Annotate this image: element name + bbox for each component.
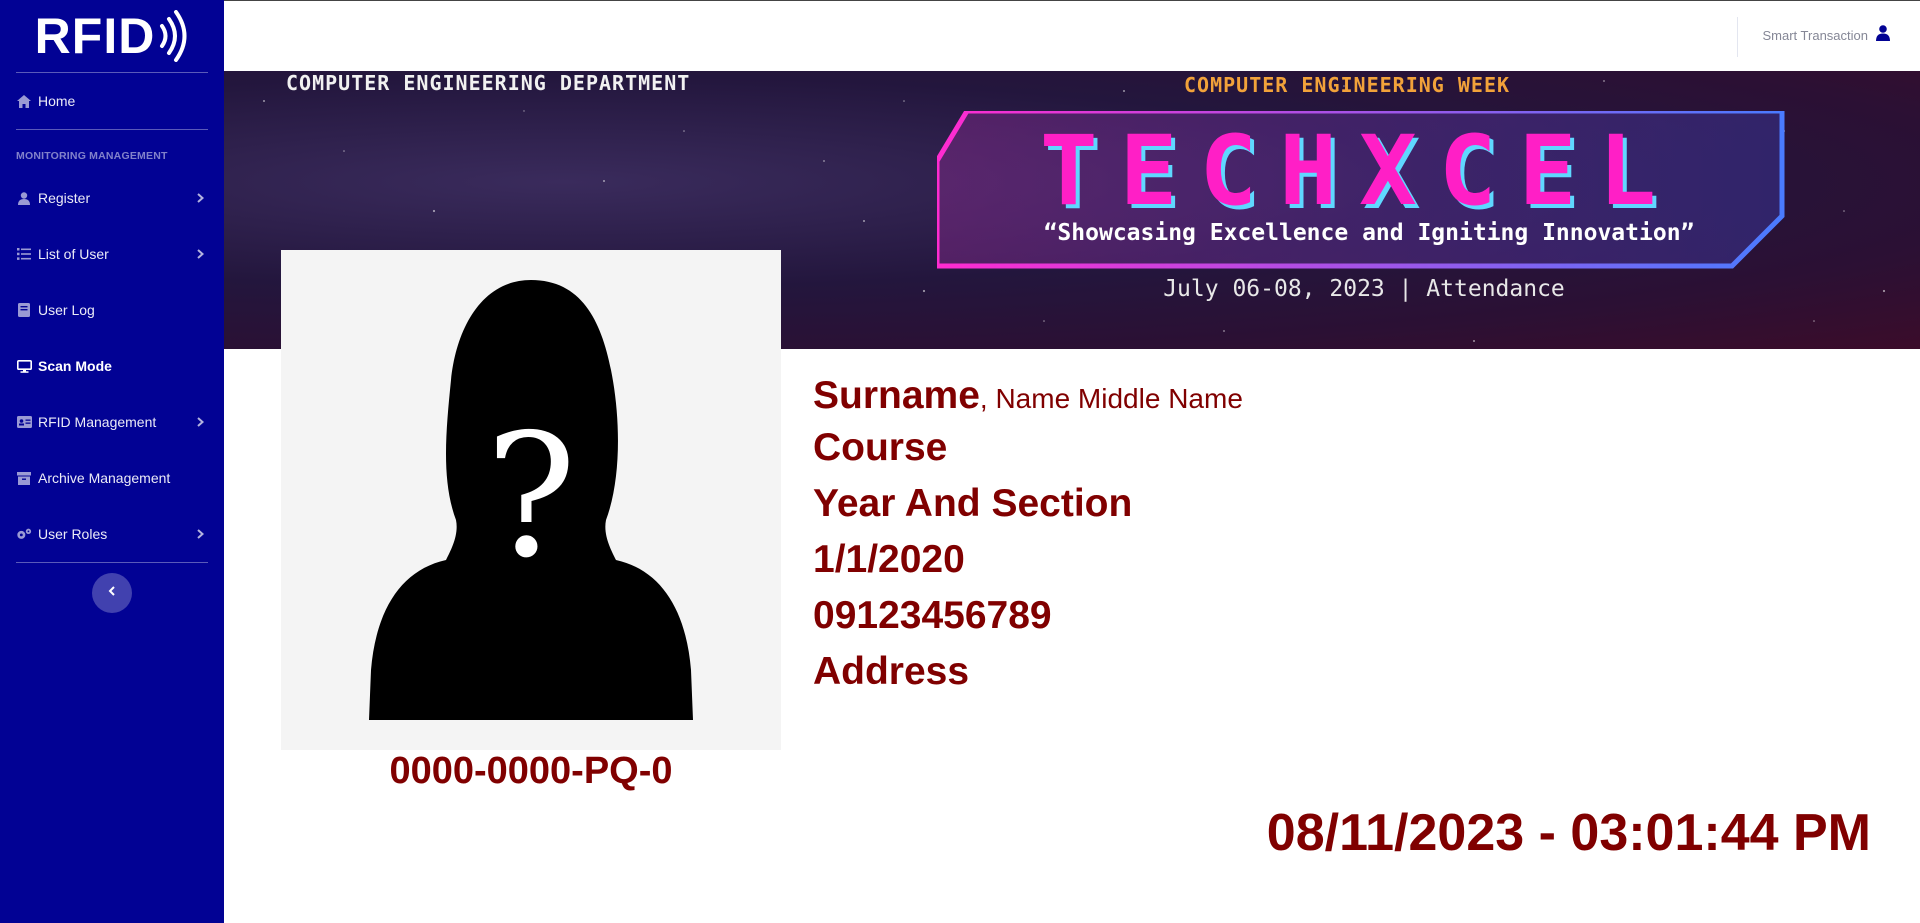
event-name: TECHXCEL <box>1039 115 1679 227</box>
event-week-title: COMPUTER ENGINEERING WEEK <box>1184 73 1511 97</box>
sidebar-item-register[interactable]: Register <box>0 170 224 226</box>
chevron-right-icon <box>197 246 205 262</box>
desktop-icon <box>16 358 32 374</box>
student-id: 0000-0000-PQ-0 <box>389 750 673 792</box>
sidebar: RFID Home MONITORING MANAGEMENT Register <box>0 0 224 923</box>
sidebar-item-label: User Roles <box>38 526 108 542</box>
app-root: RFID Home MONITORING MANAGEMENT Register <box>0 0 1920 923</box>
sidebar-item-label: RFID Management <box>38 414 157 430</box>
chevron-right-icon <box>197 190 205 206</box>
department-title: COMPUTER ENGINEERING DEPARTMENT <box>286 71 691 95</box>
sidebar-item-user-log[interactable]: User Log <box>0 282 224 338</box>
user-icon <box>1876 25 1890 46</box>
home-icon <box>16 93 32 109</box>
year-section: Year And Section <box>813 482 1133 525</box>
name-line: Surname, Name Middle Name <box>813 372 1243 420</box>
user-icon <box>16 190 32 206</box>
topbar-divider <box>1737 17 1738 57</box>
sidebar-item-rfid-management[interactable]: RFID Management <box>0 394 224 450</box>
phone-number: 09123456789 <box>813 594 1052 637</box>
rfid-signal-icon <box>160 10 187 62</box>
sidebar-toggle-button[interactable] <box>92 573 132 613</box>
surname: Surname <box>813 374 980 417</box>
chevron-right-icon <box>197 414 205 430</box>
sidebar-item-label: Archive Management <box>38 470 171 486</box>
sidebar-item-label: List of User <box>38 246 109 262</box>
sidebar-item-label: Register <box>38 190 91 206</box>
user-dropdown[interactable]: Smart Transaction <box>1762 25 1890 46</box>
topbar: Smart Transaction <box>224 0 1920 71</box>
chevron-right-icon <box>197 526 205 542</box>
sidebar-item-list-of-user[interactable]: List of User <box>0 226 224 282</box>
course: Course <box>813 426 948 469</box>
list-icon <box>16 246 32 262</box>
book-icon <box>16 302 32 318</box>
sidebar-item-user-roles[interactable]: User Roles <box>0 506 224 562</box>
brand-logo-text: RFID <box>34 8 156 64</box>
sidebar-item-archive-management[interactable]: Archive Management <box>0 450 224 506</box>
sidebar-item-label: Home <box>38 93 76 109</box>
id-card-icon <box>16 414 32 430</box>
unknown-person-icon: ? <box>369 280 693 720</box>
sidebar-item-label: Scan Mode <box>38 358 112 374</box>
sidebar-section-heading: MONITORING MANAGEMENT <box>16 150 168 162</box>
brand-logo[interactable]: RFID <box>0 0 224 72</box>
student-info: Surname, Name Middle Name Course Year An… <box>813 372 1243 700</box>
sidebar-divider <box>16 562 208 563</box>
cogs-icon <box>16 526 32 542</box>
sidebar-item-scan-mode[interactable]: Scan Mode <box>0 338 224 394</box>
svg-text:?: ? <box>485 398 576 596</box>
current-datetime: 08/11/2023 - 03:01:44 PM <box>1266 804 1871 862</box>
sidebar-item-home[interactable]: Home <box>0 73 224 129</box>
event-dates: July 06-08, 2023 | Attendance <box>1163 276 1565 302</box>
birthdate: 1/1/2020 <box>813 538 965 581</box>
chevron-left-icon <box>108 584 116 602</box>
event-tagline: “Showcasing Excellence and Igniting Inno… <box>1043 220 1695 246</box>
address: Address <box>813 650 970 693</box>
user-name: Smart Transaction <box>1762 28 1869 43</box>
given-names: , Name Middle Name <box>979 383 1243 414</box>
sidebar-item-label: User Log <box>38 302 95 318</box>
archive-icon <box>16 470 32 486</box>
profile-photo: ? <box>281 250 781 750</box>
